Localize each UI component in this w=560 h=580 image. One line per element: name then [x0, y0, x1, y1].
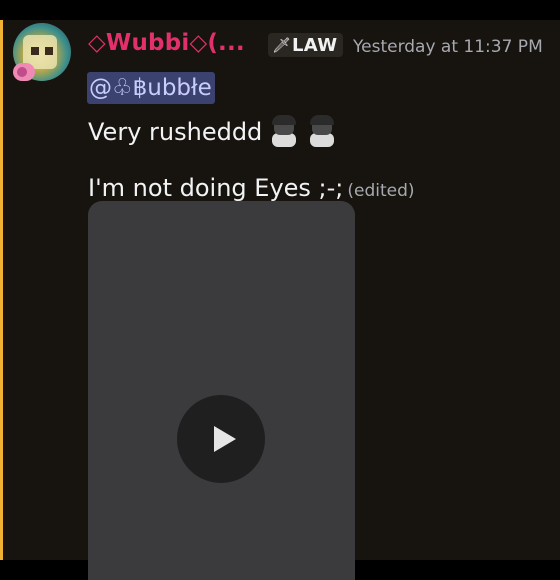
- message-text: Very rusheddd: [88, 118, 263, 146]
- mention-highlight-bar: [0, 20, 3, 560]
- emoji-hair: [272, 115, 297, 125]
- role-tag-label: LAW: [292, 34, 338, 56]
- emoji-body: [272, 133, 297, 147]
- message-line-2: I'm not doing Eyes ;-; (edited): [88, 174, 415, 202]
- play-icon: [213, 426, 236, 452]
- avatar-eye: [31, 47, 39, 55]
- message-text: I'm not doing Eyes ;-;: [88, 174, 344, 202]
- video-attachment[interactable]: [88, 201, 355, 580]
- emoji-hair: [310, 115, 335, 125]
- role-tag[interactable]: 🗡 LAW: [268, 33, 344, 57]
- avatar-eye: [45, 47, 53, 55]
- character-emoji[interactable]: [304, 115, 338, 149]
- message-line-1: Very rusheddd: [88, 115, 338, 149]
- edited-label: (edited): [347, 181, 415, 201]
- username[interactable]: ◇Wubbi◇(...: [88, 30, 245, 56]
- character-emoji[interactable]: [266, 115, 300, 149]
- emoji-body: [310, 133, 335, 147]
- chat-message: ◇Wubbi◇(... 🗡 LAW Yesterday at 11:37 PM …: [0, 20, 560, 580]
- avatar-decoration-dot: [17, 67, 27, 77]
- user-avatar[interactable]: [13, 23, 71, 81]
- play-button[interactable]: [177, 395, 265, 483]
- user-mention[interactable]: @♧฿ubbłe: [87, 72, 215, 104]
- sword-icon: 🗡: [272, 36, 292, 54]
- top-bar: [0, 0, 560, 20]
- message-timestamp[interactable]: Yesterday at 11:37 PM: [353, 37, 543, 57]
